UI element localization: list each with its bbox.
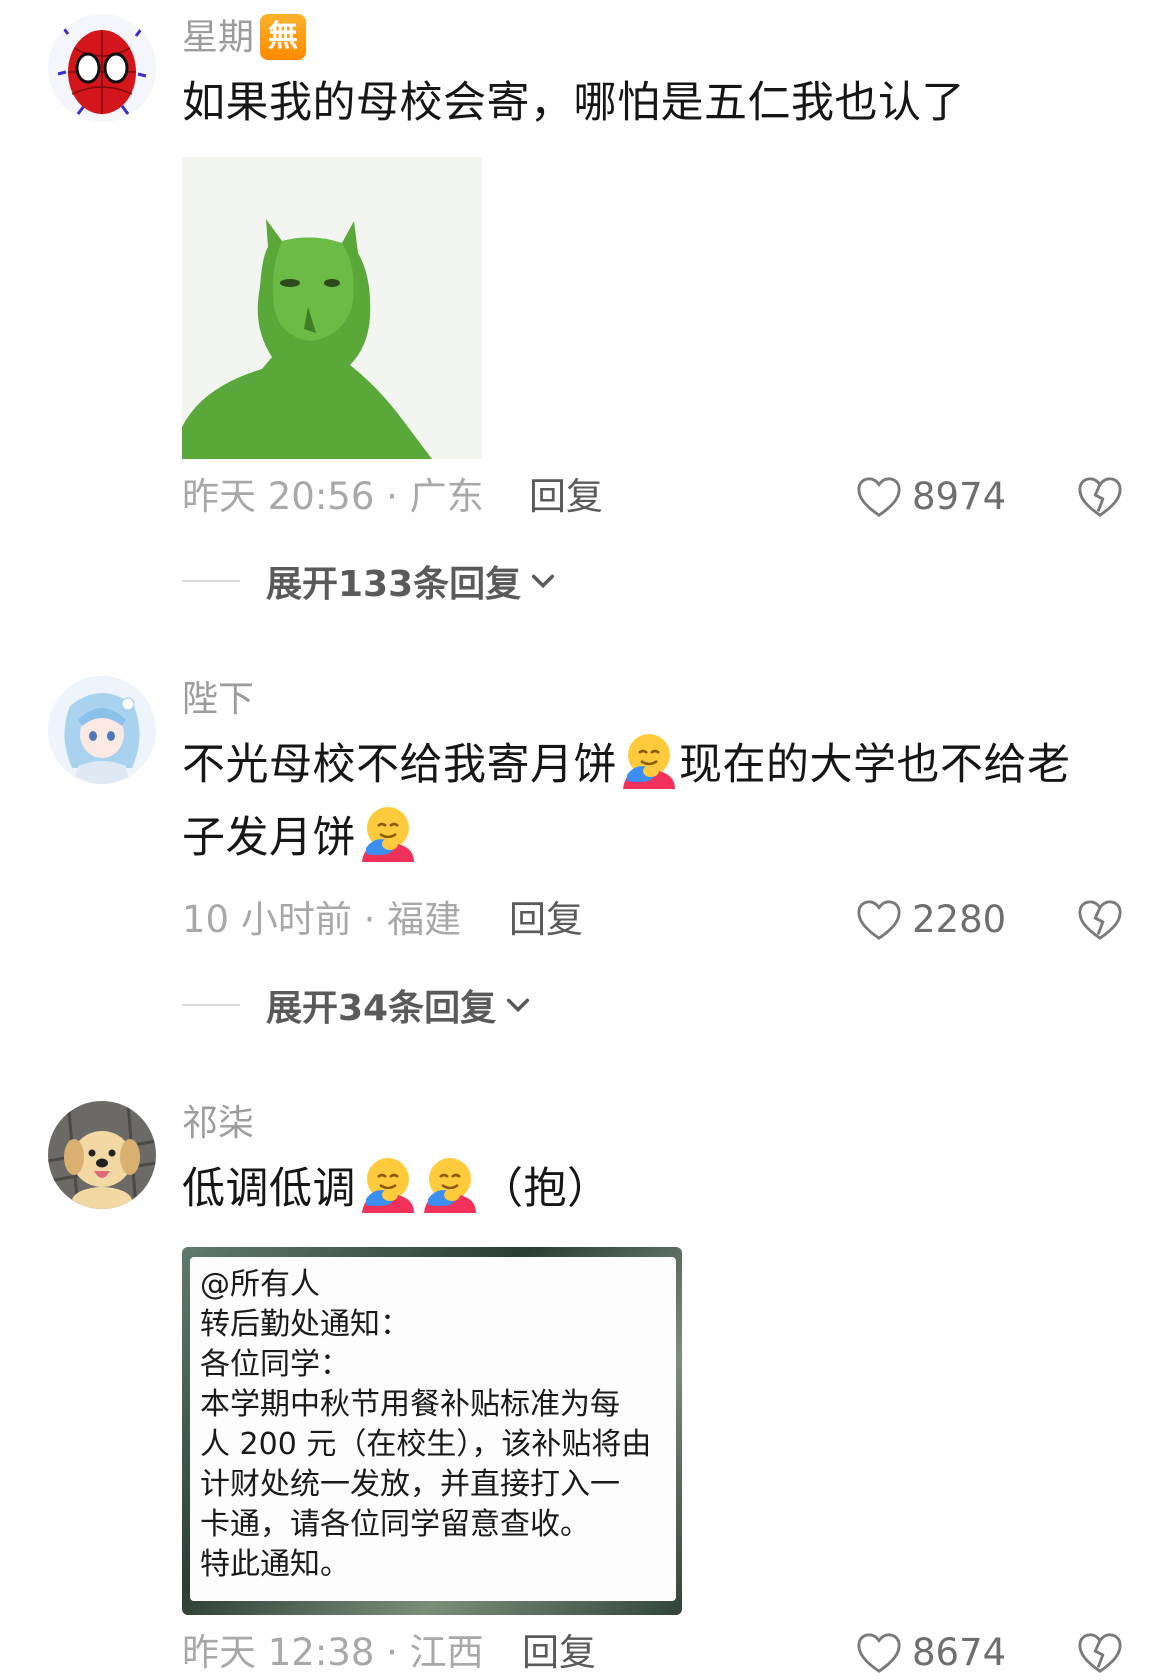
like-button[interactable]: 8674	[856, 1628, 1006, 1678]
expand-replies-button[interactable]: 展开34条回复	[182, 982, 532, 1029]
sticker-image[interactable]	[182, 157, 482, 459]
expand-replies-label: 展开133条回复	[266, 564, 522, 605]
divider-line	[182, 1004, 240, 1006]
username[interactable]: 祁柒	[182, 1102, 254, 1146]
reply-button[interactable]: 回复	[509, 897, 583, 943]
comment-text-part: （抱）	[480, 1164, 611, 1214]
notice-line: 各位同学：	[200, 1347, 350, 1382]
avatar[interactable]	[48, 676, 156, 784]
chevron-down-icon	[507, 998, 530, 1013]
notice-line: 本学期中秋节用餐补贴标准为每	[200, 1387, 620, 1422]
heart-outline-icon	[857, 477, 901, 517]
hugging-face-emoji	[619, 731, 677, 789]
avatar[interactable]	[48, 1101, 156, 1209]
username[interactable]: 星期無	[182, 14, 307, 60]
puppy-avatar-image	[48, 1101, 156, 1209]
like-button[interactable]: 2280	[856, 895, 1006, 945]
username-text[interactable]: 星期	[182, 17, 254, 58]
notice-line: 卡通，请各位同学留意查收。	[200, 1507, 590, 1542]
username[interactable]: 陛下	[182, 678, 254, 722]
notice-line: @所有人	[200, 1267, 320, 1302]
user-badge: 無	[260, 14, 307, 60]
notice-line: 转后勤处通知：	[200, 1307, 410, 1342]
like-button[interactable]: 8974	[856, 472, 1006, 522]
timestamp-location: 昨天 20:56 · 广东	[182, 475, 484, 518]
like-count: 2280	[912, 898, 1007, 941]
timestamp-location: 昨天 12:38 · 江西	[182, 1631, 484, 1674]
green-creature-image	[182, 157, 482, 459]
chevron-down-icon	[532, 574, 555, 589]
notice-line: 特此通知。	[200, 1547, 350, 1582]
comment-text-part: 不光母校不给我寄月饼	[182, 740, 617, 790]
hugging-face-emoji	[358, 1155, 416, 1213]
reply-button[interactable]: 回复	[529, 474, 603, 520]
timestamp-location: 10 小时前 · 福建	[182, 898, 462, 941]
broken-heart-icon[interactable]	[1077, 1630, 1123, 1676]
comment-text: 不光母校不给我寄月饼 现在的大学也不给老子发月饼	[182, 729, 1102, 875]
comment-text: 低调低调 （抱）	[182, 1153, 1102, 1226]
broken-heart-icon[interactable]	[1077, 897, 1123, 943]
expand-replies-label: 展开34条回复	[266, 988, 497, 1029]
notice-line: 计财处统一发放，并直接打入一	[200, 1467, 620, 1502]
expand-replies-button[interactable]: 展开133条回复	[182, 558, 557, 605]
notice-card: @所有人 转后勤处通知： 各位同学： 本学期中秋节用餐补贴标准为每 人 200 …	[190, 1257, 676, 1601]
reply-button[interactable]: 回复	[522, 1630, 596, 1676]
anime-girl-avatar-image	[48, 676, 156, 784]
hugging-face-emoji	[420, 1155, 478, 1213]
like-count: 8674	[912, 1631, 1007, 1674]
notice-line: 人 200 元（在校生），该补贴将由	[200, 1427, 652, 1462]
heart-outline-icon	[857, 1633, 901, 1673]
divider-line	[182, 580, 240, 582]
spiderman-avatar-image	[48, 14, 156, 122]
notice-screenshot-image[interactable]: @所有人 转后勤处通知： 各位同学： 本学期中秋节用餐补贴标准为每 人 200 …	[182, 1247, 682, 1615]
comment-text-part: 低调低调	[182, 1164, 356, 1214]
comment-text: 如果我的母校会寄，哪怕是五仁我也认了	[182, 78, 965, 128]
avatar[interactable]	[48, 14, 156, 122]
hugging-face-emoji	[358, 804, 416, 862]
heart-outline-icon	[857, 900, 901, 940]
like-count: 8974	[912, 475, 1007, 518]
broken-heart-icon[interactable]	[1077, 474, 1123, 520]
